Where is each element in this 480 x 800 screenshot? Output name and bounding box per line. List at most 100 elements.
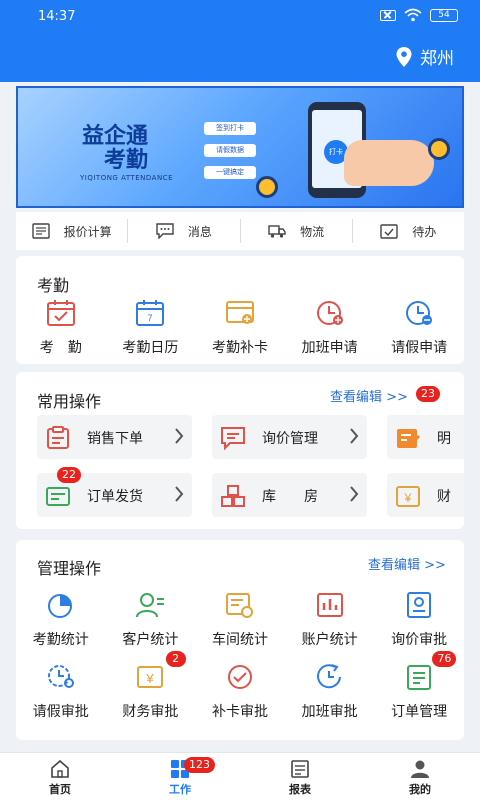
op-label: 明 (437, 431, 451, 447)
mgmt-item-leave-approval[interactable]: 请假审批 (16, 663, 106, 721)
tab-profile[interactable]: 我的 (360, 753, 480, 800)
chevron-right-icon (350, 428, 359, 444)
wifi-icon (404, 8, 422, 22)
mgmt-item-label: 财务审批 (122, 704, 179, 720)
location-label: 郑州 (420, 49, 454, 69)
pie-chart-icon (47, 594, 72, 618)
no-sim-icon (380, 9, 396, 21)
leave-approve-icon (47, 665, 74, 688)
management-ops-edit-link[interactable]: 查看编辑 >> (368, 554, 446, 573)
banner-pill: 签到打卡 (204, 122, 256, 135)
tab-work[interactable]: 工作 123 (120, 753, 240, 800)
mgmt-item-order-manage[interactable]: 订单管理 76 (374, 651, 464, 721)
inquiry-icon (221, 427, 245, 450)
tab-home[interactable]: 首页 (0, 753, 120, 800)
hand-illustration (344, 140, 434, 186)
warehouse-icon (221, 485, 245, 507)
quote-icon (31, 223, 50, 239)
management-grid-row1: 考勤统计 客户统计 车间统计 账户统计 询价审批 (16, 591, 464, 649)
op-partial-cai[interactable]: ¥ 财 (387, 473, 464, 517)
banner-pill: 一键搞定 (204, 166, 256, 179)
mgmt-item-inquiry-approval[interactable]: 询价审批 (374, 591, 464, 649)
chevron-right-icon (350, 486, 359, 502)
mgmt-item-attendance-stats[interactable]: 考勤统计 (16, 591, 106, 649)
tab-label: 报表 (289, 783, 311, 796)
mgmt-item-label: 询价审批 (391, 632, 448, 648)
status-bar: 14:37 54 (0, 0, 480, 32)
attendance-item-label: 请假申请 (391, 340, 448, 356)
mgmt-item-label: 加班审批 (301, 704, 358, 720)
tab-work-badge: 123 (184, 757, 215, 773)
mgmt-item-label: 订单管理 (391, 704, 448, 720)
clock-in-icon (46, 300, 75, 326)
mgmt-item-finance-approval[interactable]: ¥ 财务审批 2 (106, 651, 196, 721)
finance-icon: ¥ (396, 486, 420, 507)
op-warehouse[interactable]: 库 房 (212, 473, 367, 517)
quick-item-label: 待办 (412, 224, 437, 239)
attendance-item-card-replace[interactable]: 考勤补卡 (195, 299, 285, 357)
mgmt-finance-badge: 2 (165, 651, 186, 667)
op-sales-order[interactable]: 销售下单 (37, 415, 192, 459)
attendance-item-label: 考勤日历 (122, 340, 179, 356)
mgmt-item-label: 请假审批 (32, 704, 89, 720)
attendance-title: 考勤 (37, 276, 70, 295)
ship-order-icon (46, 487, 70, 506)
common-ops-badge: 23 (416, 386, 440, 402)
promo-banner[interactable]: 益企通 考勤 YIQITONG ATTENDANCE 签到打卡 请假数据 一键搞… (16, 86, 464, 208)
bottom-tab-bar: 首页 工作 123 报表 我的 (0, 752, 480, 800)
chevron-right-icon (175, 428, 184, 444)
banner-pill: 请假数据 (204, 144, 256, 157)
status-icons: 54 (380, 8, 458, 22)
svg-text:7: 7 (148, 313, 153, 323)
attendance-item-calendar[interactable]: 7 考勤日历 (106, 299, 196, 357)
attendance-item-clock-in[interactable]: 考 勤 (16, 299, 106, 357)
quick-item-todo[interactable]: 待办 (353, 219, 464, 243)
management-grid-row2: 请假审批 ¥ 财务审批 2 补卡审批 加班审批 订单管理 76 (16, 651, 464, 721)
mgmt-item-label: 补卡审批 (211, 704, 268, 720)
mgmt-item-card-approval[interactable]: 补卡审批 (195, 663, 285, 721)
attendance-item-leave[interactable]: 请假申请 (374, 299, 464, 357)
common-ops-edit-link[interactable]: 查看编辑 >> (330, 386, 408, 405)
customer-icon (136, 593, 165, 618)
banner-title-line2: 考勤 (104, 148, 149, 173)
quick-item-quote[interactable]: 报价计算 (16, 219, 129, 243)
order-manage-icon (407, 665, 432, 690)
op-label: 订单发货 (87, 489, 143, 505)
quick-item-label: 报价计算 (63, 224, 112, 239)
management-ops-card: 管理操作 查看编辑 >> 考勤统计 客户统计 车间统计 账户统计 询价审批 请假… (16, 540, 464, 740)
attendance-item-overtime[interactable]: 加班申请 (285, 299, 375, 357)
mgmt-item-label: 客户统计 (122, 632, 179, 648)
quick-item-logistics[interactable]: 物流 (241, 219, 353, 243)
mgmt-item-workshop-stats[interactable]: 车间统计 (195, 591, 285, 649)
common-ops-title: 常用操作 (37, 392, 102, 411)
home-icon (51, 759, 69, 778)
op-ship-order-badge: 22 (57, 467, 81, 483)
op-partial-ming[interactable]: 明 (387, 415, 464, 459)
overtime-approve-icon (316, 664, 341, 689)
attendance-grid: 考 勤 7 考勤日历 考勤补卡 加班申请 请假申请 (16, 299, 464, 357)
todo-icon (380, 224, 399, 239)
mgmt-item-customer-stats[interactable]: 客户统计 (106, 591, 196, 649)
op-label: 销售下单 (87, 431, 143, 447)
battery-icon: 54 (430, 8, 458, 22)
mgmt-item-label: 考勤统计 (32, 632, 89, 648)
bar-chart-icon (316, 593, 343, 617)
overtime-icon (316, 301, 343, 325)
mgmt-item-overtime-approval[interactable]: 加班审批 (285, 663, 375, 721)
message-icon (156, 223, 174, 239)
app-header: 14:37 54 郑州 (0, 0, 480, 82)
quick-item-message[interactable]: 消息 (128, 219, 241, 243)
banner-subtitle: YIQITONG ATTENDANCE (80, 174, 174, 182)
location-pin-icon (396, 46, 412, 67)
attendance-item-label: 考勤补卡 (211, 340, 268, 356)
management-ops-title: 管理操作 (37, 559, 102, 578)
svg-text:¥: ¥ (404, 491, 412, 505)
mgmt-item-label: 账户统计 (301, 632, 358, 648)
profile-icon (411, 760, 429, 778)
op-inquiry[interactable]: 询价管理 (212, 415, 367, 459)
tab-report[interactable]: 报表 (240, 753, 360, 800)
location-selector[interactable]: 郑州 (396, 44, 454, 69)
op-ship-order[interactable]: 订单发货 22 (37, 467, 192, 517)
mgmt-item-account-stats[interactable]: 账户统计 (285, 591, 375, 649)
banner-pin-icon (428, 138, 450, 160)
